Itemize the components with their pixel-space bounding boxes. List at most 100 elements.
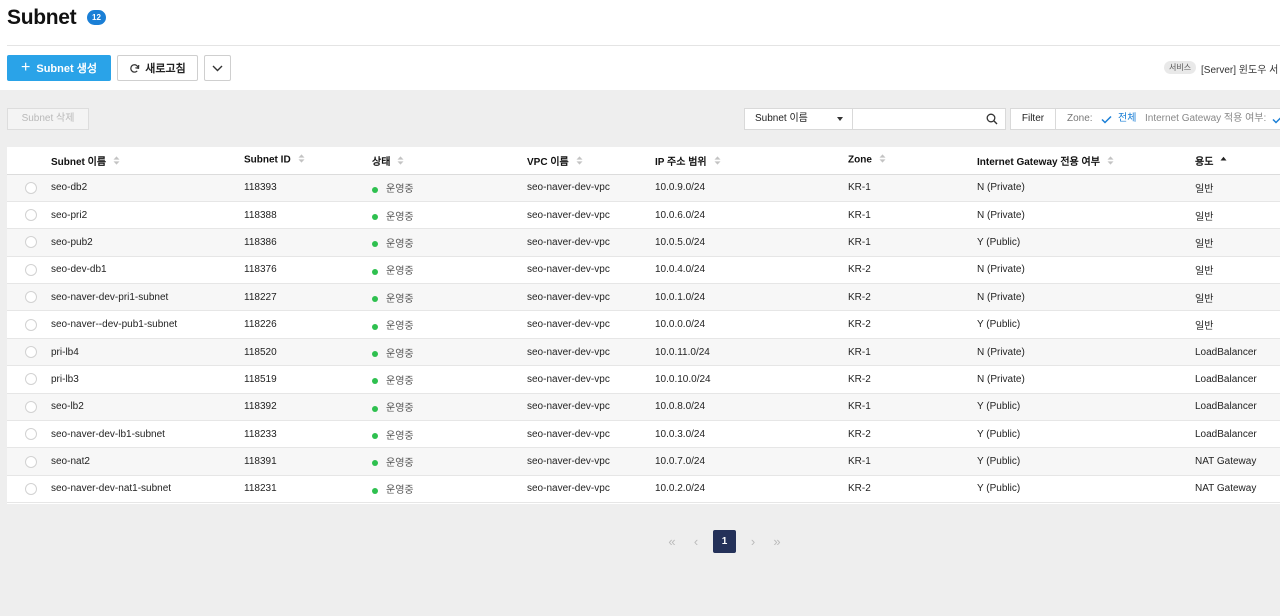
more-actions-button[interactable]	[204, 55, 231, 81]
cell-value: LoadBalancer	[1195, 373, 1257, 385]
cell-igw: Y (Public)	[977, 393, 1195, 422]
row-select-radio[interactable]	[25, 236, 37, 249]
sort-icon[interactable]	[714, 156, 721, 168]
cell-value: N (Private)	[977, 373, 1025, 385]
create-subnet-label: Subnet 생성	[36, 63, 97, 75]
column-header-usage[interactable]: 용도	[1195, 147, 1280, 175]
cell-value: 일반	[1195, 293, 1214, 305]
cell-value: 운영중	[386, 238, 414, 250]
sort-icon[interactable]	[113, 156, 120, 168]
row-select-radio[interactable]	[25, 209, 37, 222]
search-field-select[interactable]: Subnet 이름	[744, 108, 853, 130]
row-select-radio[interactable]	[25, 482, 37, 495]
cell-usage: LoadBalancer	[1195, 420, 1280, 449]
column-header-vpc-name[interactable]: VPC 이름	[527, 147, 655, 175]
sort-icon[interactable]	[298, 154, 305, 166]
column-header-igw-only[interactable]: Internet Gateway 전용 여부	[977, 147, 1195, 175]
table-row[interactable]: seo-lb2 118392 운영중 seo-naver-dev-vpc 10.0.8.…	[7, 393, 1280, 422]
sort-icon[interactable]	[879, 154, 886, 166]
table-row[interactable]: seo-naver-dev-nat1-subnet 118231 운영중 seo-na…	[7, 475, 1280, 504]
cell-value: seo-nat2	[51, 456, 90, 468]
row-select-radio[interactable]	[25, 400, 37, 413]
filter-zone-label: Zone:	[1067, 113, 1093, 124]
cell-igw: Y (Public)	[977, 310, 1195, 339]
next-page-icon[interactable]: ›	[741, 530, 765, 553]
search-icon[interactable]	[986, 113, 998, 125]
row-select-radio[interactable]	[25, 291, 37, 304]
cell-id: 118520	[244, 338, 372, 367]
table-row[interactable]: seo-naver-dev-lb1-subnet 118233 운영중 seo-nav…	[7, 420, 1280, 449]
check-icon	[1272, 117, 1280, 124]
refresh-label: 새로고침	[145, 63, 186, 75]
first-page-icon[interactable]: «	[660, 530, 684, 553]
column-header-subnet-id[interactable]: Subnet ID	[244, 147, 372, 175]
cell-status: 운영중	[372, 365, 527, 394]
cell-usage: 일반	[1195, 310, 1280, 339]
cell-zone: KR-1	[848, 338, 977, 367]
table-row[interactable]: seo-pub2 118386 운영중 seo-naver-dev-vpc 10.0.5…	[7, 228, 1280, 257]
cell-value: Y (Public)	[977, 319, 1021, 331]
row-select-cell	[7, 283, 51, 312]
cell-value: 10.0.2.0/24	[655, 483, 706, 495]
cell-id: 118233	[244, 420, 372, 449]
table-row[interactable]: seo-db2 118393 운영중 seo-naver-dev-vpc 10.0.9.…	[7, 174, 1280, 202]
cell-usage: LoadBalancer	[1195, 393, 1280, 422]
cell-ip: 10.0.8.0/24	[655, 393, 848, 422]
sort-icon[interactable]	[397, 156, 404, 168]
cell-igw: Y (Public)	[977, 228, 1195, 257]
column-header-label: Subnet 이름	[51, 156, 107, 168]
cell-id: 118391	[244, 447, 372, 476]
row-select-radio[interactable]	[25, 181, 37, 194]
cell-value: seo-naver-dev-vpc	[527, 483, 610, 495]
table-row[interactable]: seo-nat2 118391 운영중 seo-naver-dev-vpc 10.0.7…	[7, 447, 1280, 476]
cell-vpc: seo-naver-dev-vpc	[527, 420, 655, 449]
row-select-radio[interactable]	[25, 455, 37, 468]
sort-ascending-icon[interactable]	[1220, 156, 1227, 168]
delete-subnet-button[interactable]: Subnet 삭제	[7, 108, 89, 130]
status-running-icon	[372, 241, 378, 248]
cell-value: 10.0.10.0/24	[655, 373, 711, 385]
cell-zone: KR-1	[848, 174, 977, 202]
cell-value: N (Private)	[977, 209, 1025, 221]
cell-value: seo-naver-dev-nat1-subnet	[51, 483, 172, 495]
cell-name: seo-naver-dev-lb1-subnet	[51, 420, 244, 449]
row-select-radio[interactable]	[25, 346, 37, 359]
table-row[interactable]: seo-naver-dev-pri1-subnet 118227 운영중 seo-na…	[7, 283, 1280, 312]
search-input[interactable]	[853, 109, 973, 129]
filter-bar[interactable]: Zone: 전체 Internet Gateway 적용 여부:	[1055, 108, 1280, 130]
page-number-button[interactable]: 1	[713, 530, 736, 553]
last-page-icon[interactable]: »	[765, 530, 789, 553]
sort-icon[interactable]	[1107, 156, 1114, 168]
create-subnet-button[interactable]: + Subnet 생성	[7, 55, 111, 81]
cell-value: seo-db2	[51, 182, 88, 194]
column-header-subnet-name[interactable]: Subnet 이름	[51, 147, 244, 175]
cell-zone: KR-1	[848, 447, 977, 476]
refresh-button[interactable]: 새로고침	[117, 55, 198, 81]
row-select-radio[interactable]	[25, 318, 37, 331]
row-select-radio[interactable]	[25, 373, 37, 386]
cell-vpc: seo-naver-dev-vpc	[527, 447, 655, 476]
sort-icon[interactable]	[576, 156, 583, 168]
table-row[interactable]: seo-dev-db1 118376 운영중 seo-naver-dev-vpc 10.…	[7, 256, 1280, 285]
table-row[interactable]: pri-lb4 118520 운영중 seo-naver-dev-vpc 10.0.11…	[7, 338, 1280, 367]
row-select-radio[interactable]	[25, 428, 37, 441]
table-row[interactable]: pri-lb3 118519 운영중 seo-naver-dev-vpc 10.0.10…	[7, 365, 1280, 394]
filter-zone-value[interactable]: 전체	[1118, 109, 1136, 129]
table-row[interactable]: seo-naver--dev-pub1-subnet 118226 운영중 seo-n…	[7, 310, 1280, 339]
cell-ip: 10.0.1.0/24	[655, 283, 848, 312]
column-header-zone[interactable]: Zone	[848, 147, 977, 175]
cell-value: Y (Public)	[977, 428, 1021, 440]
filter-button[interactable]: Filter	[1010, 108, 1056, 130]
column-header-status[interactable]: 상태	[372, 147, 527, 175]
table-row[interactable]: seo-pri2 118388 운영중 seo-naver-dev-vpc 10.0.6…	[7, 201, 1280, 230]
cell-value: seo-pub2	[51, 236, 93, 248]
column-header-ip-range[interactable]: IP 주소 범위	[655, 147, 848, 175]
cell-id: 118519	[244, 365, 372, 394]
plus-icon: +	[21, 59, 31, 76]
cell-value: 일반	[1195, 184, 1214, 196]
cell-id: 118388	[244, 201, 372, 230]
prev-page-icon[interactable]: ‹	[684, 530, 708, 553]
status-running-icon	[372, 350, 378, 357]
cell-zone: KR-2	[848, 310, 977, 339]
row-select-radio[interactable]	[25, 263, 37, 276]
